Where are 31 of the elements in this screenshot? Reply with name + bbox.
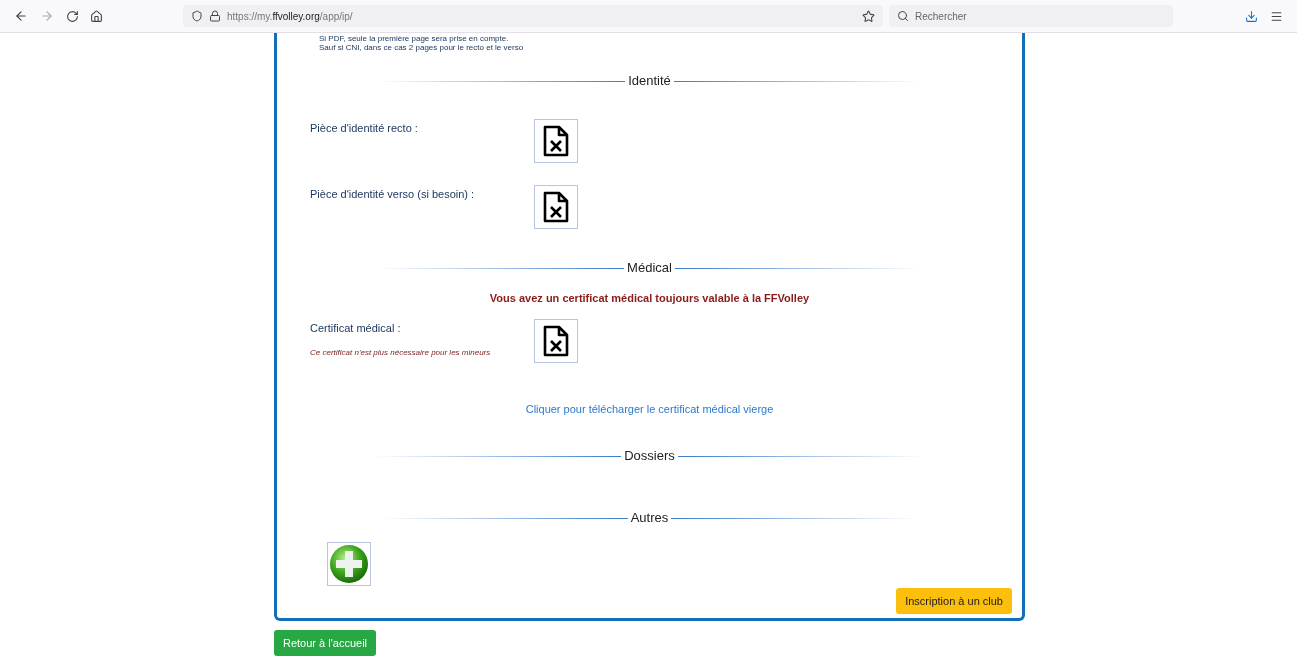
- club-signup-button[interactable]: Inscription à un club: [896, 588, 1012, 614]
- section-heading: Autres: [629, 511, 670, 524]
- search-placeholder: Rechercher: [915, 9, 967, 24]
- add-button[interactable]: [327, 542, 371, 586]
- shield-icon: [191, 10, 203, 22]
- file-x-icon[interactable]: [534, 119, 578, 163]
- search-field[interactable]: Rechercher: [889, 5, 1173, 27]
- address-bar[interactable]: https://my.ffvolley.org/app/ip/: [183, 5, 883, 27]
- notice-text: Vous avez un certificat médical toujours valable à la FFVolley: [489, 291, 810, 306]
- search-icon: [897, 10, 909, 22]
- url-text: https://my.ffvolley.org/app/ip/: [227, 9, 353, 24]
- home-icon[interactable]: [90, 9, 103, 23]
- field-label: Certificat médical :: [310, 320, 402, 336]
- download-icon[interactable]: [1245, 9, 1258, 23]
- home-button[interactable]: Retour à l'accueil: [274, 630, 377, 657]
- section-heading: Identité: [627, 74, 672, 87]
- menu-icon[interactable]: [1270, 9, 1283, 23]
- file-x-icon[interactable]: [534, 318, 578, 363]
- upload-note: Sauf si CNI, dans ce cas 2 pages pour le recto et le verso: [319, 43, 525, 52]
- back-icon[interactable]: [14, 9, 28, 23]
- field-label: Pièce d'identité verso (si besoin) :: [310, 187, 476, 202]
- reload-icon[interactable]: [66, 9, 79, 23]
- section-heading: Médical: [626, 261, 673, 274]
- section-heading: Dossiers: [623, 449, 676, 462]
- upload-note: Si PDF, seule la première page sera prise en compte.: [319, 34, 510, 43]
- download-link[interactable]: Cliquer pour télécharger le certificat médical vierge: [525, 400, 774, 417]
- bookmark-star-icon[interactable]: [862, 9, 875, 23]
- file-x-icon[interactable]: [534, 185, 578, 229]
- field-label: Pièce d'identité recto :: [310, 121, 419, 136]
- lock-icon: [209, 10, 221, 22]
- field-note: Ce certificat n'est plus nécessaire pour les mineurs: [310, 347, 492, 359]
